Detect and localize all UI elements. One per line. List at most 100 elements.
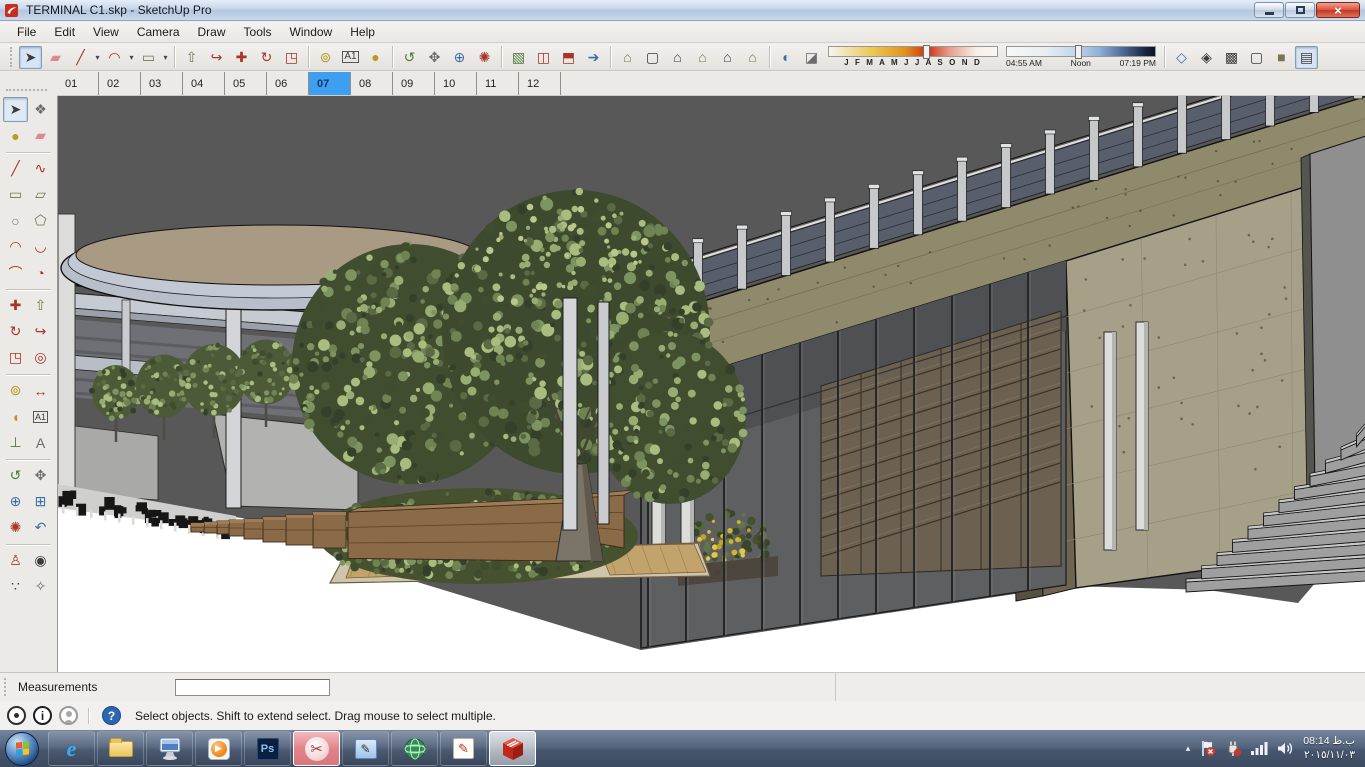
paint-bucket-tool-icon[interactable]: ● <box>364 46 387 69</box>
palette-section-plane-icon[interactable]: ✧ <box>28 574 53 599</box>
palette-polygon-icon[interactable]: ⬠ <box>28 208 53 233</box>
view-iso-icon[interactable]: ⌂ <box>616 46 639 69</box>
palette-two-point-arc-icon[interactable]: ◡ <box>28 234 53 259</box>
scene-tab-09[interactable]: 09 <box>393 72 435 95</box>
palette-protractor-icon[interactable]: ◖ <box>3 404 28 429</box>
zoom-tool-icon[interactable]: ⊕ <box>448 46 471 69</box>
palette-line-icon[interactable]: ╱ <box>3 156 28 181</box>
palette-paint-bucket-icon[interactable]: ● <box>3 123 28 148</box>
palette-select-icon[interactable]: ➤ <box>3 97 28 122</box>
menu-camera[interactable]: Camera <box>128 23 189 41</box>
power-plug-icon[interactable] <box>1225 740 1242 757</box>
palette-zoom-previous-icon[interactable]: ↶ <box>28 515 53 540</box>
action-center-flag-icon[interactable] <box>1199 740 1216 757</box>
menu-help[interactable]: Help <box>341 23 384 41</box>
palette-text-icon[interactable]: A1 <box>28 404 53 429</box>
scene-tab-05[interactable]: 05 <box>225 72 267 95</box>
taskbar-drawing-app[interactable]: ✎ <box>440 731 487 766</box>
select-tool-icon[interactable]: ➤ <box>19 45 42 69</box>
credits-icon[interactable]: i <box>33 706 52 725</box>
palette-tape-measure-icon[interactable]: ⊚ <box>3 378 28 403</box>
palette-rotated-rectangle-icon[interactable]: ▱ <box>28 182 53 207</box>
palette-zoom-extents-icon[interactable]: ✺ <box>3 515 28 540</box>
restore-button[interactable] <box>1285 2 1315 18</box>
close-button[interactable]: × <box>1316 2 1360 18</box>
style-back-edges-icon[interactable]: ◈ <box>1195 46 1218 69</box>
palette-three-point-arc-icon[interactable]: ⌒ <box>3 260 28 285</box>
sign-in-icon[interactable] <box>59 706 78 725</box>
taskbar-file-explorer[interactable] <box>97 731 144 766</box>
share-model-icon[interactable]: ⬒ <box>557 46 580 69</box>
zoom-extents-icon[interactable]: ✺ <box>473 46 496 69</box>
orbit-tool-icon[interactable]: ↺ <box>398 46 421 69</box>
taskbar-internet-explorer[interactable]: e <box>48 731 95 766</box>
view-right-icon[interactable]: ⌂ <box>691 46 714 69</box>
volume-icon[interactable] <box>1277 741 1294 756</box>
taskbar-snipping-tool-active[interactable]: ✂ <box>293 731 340 766</box>
taskbar-remote-desktop[interactable] <box>146 731 193 766</box>
pan-tool-icon[interactable]: ✥ <box>423 46 446 69</box>
taskbar-photoshop[interactable]: Ps <box>244 731 291 766</box>
palette-circle-icon[interactable]: ○ <box>3 208 28 233</box>
palette-position-camera-icon[interactable]: ♙ <box>3 548 28 573</box>
start-button[interactable] <box>5 731 39 766</box>
minimize-button[interactable] <box>1254 2 1284 18</box>
model-viewport[interactable] <box>57 96 1365 672</box>
palette-pan-icon[interactable]: ✥ <box>28 463 53 488</box>
view-left-icon[interactable]: ⌂ <box>741 46 764 69</box>
network-signal-icon[interactable] <box>1250 741 1268 756</box>
palette-scale-icon[interactable]: ◳ <box>3 345 28 370</box>
style-shaded-textures-icon[interactable]: ▤ <box>1295 45 1318 69</box>
follow-me-tool-icon[interactable]: ↪ <box>205 46 228 69</box>
title-bar[interactable]: TERMINAL C1.skp - SketchUp Pro × <box>0 0 1365 21</box>
style-shaded-icon[interactable]: ■ <box>1270 46 1293 69</box>
palette-zoom-window-icon[interactable]: ⊞ <box>28 489 53 514</box>
rectangle-tool-icon[interactable]: ▭ <box>137 46 160 69</box>
style-wireframe-icon[interactable]: ▩ <box>1220 46 1243 69</box>
palette-rectangle-icon[interactable]: ▭ <box>3 182 28 207</box>
rectangle-tool-dropdown-icon[interactable]: ▾ <box>161 46 170 69</box>
tape-measure-tool-icon[interactable]: ⊚ <box>314 46 337 69</box>
shadow-time-slider[interactable]: 04:55 AM Noon 07:19 PM <box>1006 45 1156 68</box>
scene-tab-04[interactable]: 04 <box>183 72 225 95</box>
arc-tool-icon[interactable]: ◠ <box>103 46 126 69</box>
palette-push-pull-icon[interactable]: ⇧ <box>28 293 53 318</box>
scene-tab-01[interactable]: 01 <box>57 72 99 95</box>
menu-draw[interactable]: Draw <box>189 23 235 41</box>
eraser-tool-icon[interactable]: ▰ <box>44 46 67 69</box>
menu-window[interactable]: Window <box>281 23 342 41</box>
palette-look-around-icon[interactable]: ◉ <box>28 548 53 573</box>
text-tool-icon[interactable]: A1 <box>339 46 362 69</box>
palette-walk-icon[interactable]: ∵ <box>3 574 28 599</box>
shadow-dialog-icon[interactable]: ◐ <box>775 46 798 69</box>
scene-tab-11[interactable]: 11 <box>477 72 519 95</box>
palette-zoom-icon[interactable]: ⊕ <box>3 489 28 514</box>
view-front-icon[interactable]: ⌂ <box>666 46 689 69</box>
show-hidden-icons[interactable]: ▴ <box>1186 743 1191 754</box>
menu-edit[interactable]: Edit <box>45 23 84 41</box>
palette-offset-icon[interactable]: ◎ <box>28 345 53 370</box>
add-location-icon[interactable]: ▧ <box>507 46 530 69</box>
move-tool-icon[interactable]: ✚ <box>230 46 253 69</box>
view-top-icon[interactable]: ▢ <box>641 46 664 69</box>
taskbar-web-browser[interactable] <box>391 731 438 766</box>
geolocation-icon[interactable] <box>7 706 26 725</box>
palette-freehand-icon[interactable]: ∿ <box>28 156 53 181</box>
palette-move-icon[interactable]: ✚ <box>3 293 28 318</box>
palette-orbit-icon[interactable]: ↺ <box>3 463 28 488</box>
scene-tab-12[interactable]: 12 <box>519 72 561 95</box>
scene-tab-02[interactable]: 02 <box>99 72 141 95</box>
palette-rotate-icon[interactable]: ↻ <box>3 319 28 344</box>
arc-tool-dropdown-icon[interactable]: ▾ <box>127 46 136 69</box>
menu-file[interactable]: File <box>8 23 45 41</box>
taskbar-sketchup-active[interactable] <box>489 731 536 766</box>
menu-view[interactable]: View <box>84 23 128 41</box>
line-tool-dropdown-icon[interactable]: ▾ <box>93 46 102 69</box>
line-tool-icon[interactable]: ╱ <box>69 46 92 69</box>
date-slider-thumb[interactable] <box>923 45 931 59</box>
style-xray-icon[interactable]: ◇ <box>1170 46 1193 69</box>
scene-tab-03[interactable]: 03 <box>141 72 183 95</box>
style-hidden-line-icon[interactable]: ▢ <box>1245 46 1268 69</box>
taskbar-notes-app[interactable]: ✎ <box>342 731 389 766</box>
taskbar-media-player[interactable]: ▶ <box>195 731 242 766</box>
